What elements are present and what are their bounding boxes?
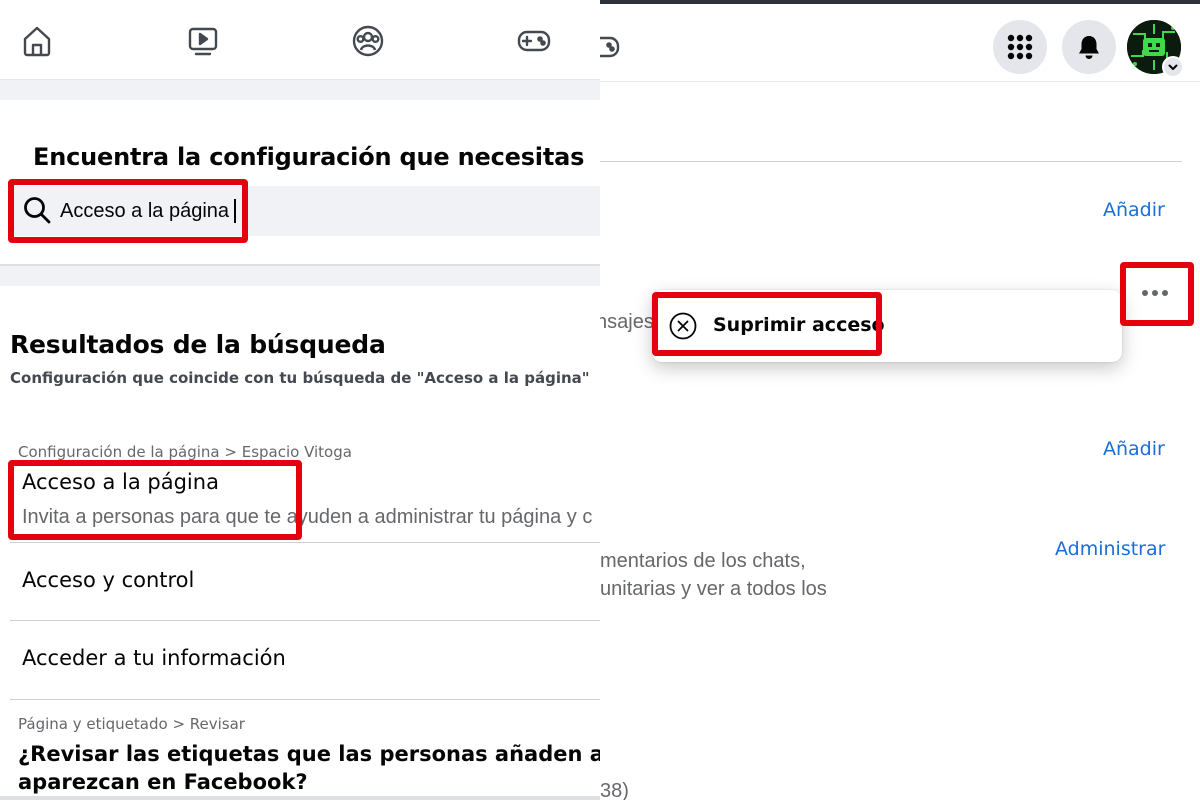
remove-access-menu-item[interactable]: Suprimir acceso bbox=[713, 314, 885, 336]
more-options-button[interactable] bbox=[1128, 272, 1182, 314]
settings-search-input[interactable] bbox=[60, 196, 240, 226]
result-review-tags-line2: aparezcan en Facebook? bbox=[18, 770, 308, 794]
search-icon bbox=[24, 197, 51, 224]
result-access-your-information[interactable]: Acceder a tu información bbox=[22, 646, 286, 670]
notifications-bell-icon bbox=[1079, 36, 1099, 59]
home-icon[interactable] bbox=[18, 22, 56, 60]
apps-menu-button[interactable] bbox=[993, 20, 1047, 74]
remove-circle-x-icon bbox=[669, 312, 697, 340]
result-breadcrumb: Configuración de la página > Espacio Vit… bbox=[18, 443, 352, 461]
divider bbox=[10, 620, 600, 621]
manage-button[interactable]: Administrar bbox=[1055, 538, 1165, 560]
result-page-access[interactable]: Acceso a la página bbox=[22, 470, 219, 494]
gaming-icon[interactable] bbox=[600, 32, 620, 62]
account-menu-chevron-icon[interactable] bbox=[1162, 56, 1184, 78]
bottom-border bbox=[0, 796, 600, 800]
settings-search-panel: Encuentra la configuración que necesitas… bbox=[0, 0, 600, 800]
text-cursor bbox=[234, 199, 236, 223]
divider bbox=[10, 699, 600, 700]
apps-grid-icon bbox=[1007, 34, 1033, 60]
dot bbox=[1162, 290, 1168, 296]
result-access-and-control[interactable]: Acceso y control bbox=[22, 568, 194, 592]
add-button[interactable]: Añadir bbox=[1103, 199, 1165, 221]
divider bbox=[10, 542, 600, 543]
top-navigation-bar bbox=[0, 0, 600, 80]
result-review-tags-line1: ¿Revisar las etiquetas que las personas … bbox=[18, 742, 600, 766]
search-results-subtitle: Configuración que coincide con tu búsque… bbox=[10, 369, 590, 387]
top-header-bar bbox=[600, 4, 1200, 82]
section-separator bbox=[0, 80, 600, 100]
partial-text: unitarias y ver a todos los bbox=[600, 578, 827, 600]
dot bbox=[1152, 290, 1158, 296]
section-separator bbox=[0, 264, 600, 286]
partial-text: 38) bbox=[600, 780, 629, 800]
partial-text: nsajes bbox=[600, 311, 654, 333]
result-review-tags[interactable]: ¿Revisar las etiquetas que las personas … bbox=[18, 740, 600, 796]
result-breadcrumb: Página y etiquetado > Revisar bbox=[18, 715, 245, 733]
groups-icon[interactable] bbox=[349, 22, 387, 60]
gaming-icon[interactable] bbox=[515, 22, 553, 60]
more-options-dots-icon bbox=[1142, 290, 1148, 296]
search-results-title: Resultados de la búsqueda bbox=[10, 330, 386, 359]
divider bbox=[600, 161, 1182, 162]
add-button[interactable]: Añadir bbox=[1103, 438, 1165, 460]
page-access-panel: Añadir nsajes Suprimir acceso Añadir Adm… bbox=[600, 0, 1200, 800]
result-description: Invita a personas para que te ayuden a a… bbox=[22, 506, 593, 528]
watch-icon[interactable] bbox=[184, 22, 222, 60]
settings-search-heading: Encuentra la configuración que necesitas bbox=[33, 143, 585, 171]
notifications-button[interactable] bbox=[1062, 20, 1116, 74]
partial-text: mentarios de los chats, bbox=[600, 550, 806, 572]
